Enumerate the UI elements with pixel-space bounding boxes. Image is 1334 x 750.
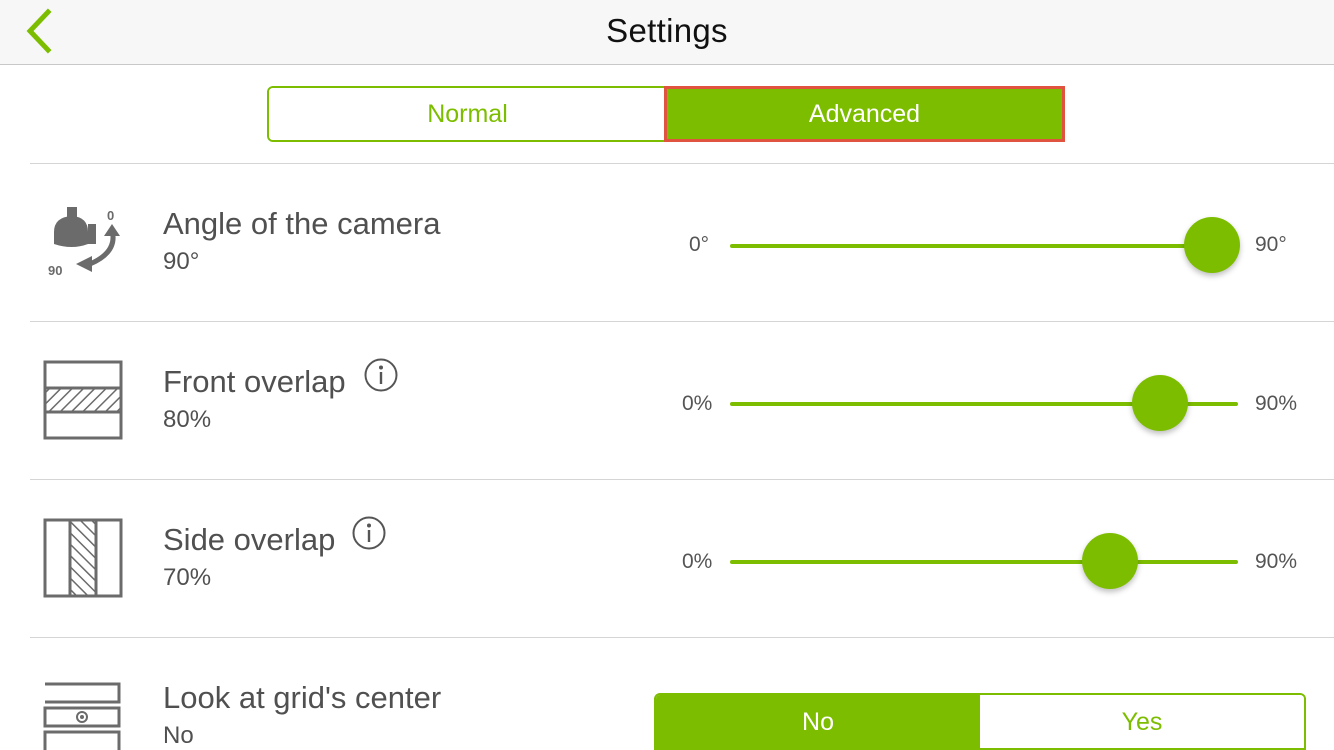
info-icon[interactable] [352,516,386,550]
camera-angle-slider-thumb[interactable] [1184,217,1240,273]
side-overlap-slider-thumb[interactable] [1082,533,1138,589]
divider [30,163,1334,164]
camera-angle-min-label: 0° [689,233,710,256]
svg-text:0: 0 [107,208,114,223]
tab-advanced[interactable]: Advanced [664,86,1065,142]
look-at-center-title: Look at grid's center [163,680,442,715]
side-overlap-min-label: 0% [682,550,713,573]
side-overlap-icon [43,518,123,598]
camera-angle-slider-track[interactable] [730,244,1210,248]
divider [30,321,1334,322]
front-overlap-title: Front overlap [163,364,346,399]
divider [30,637,1334,638]
option-no[interactable]: No [656,695,980,748]
look-at-center-value: No [163,722,194,749]
mode-segmented-control: Normal Advanced [267,86,1065,142]
camera-angle-title: Angle of the camera [163,206,441,241]
side-overlap-slider-track[interactable] [730,560,1238,564]
front-overlap-icon [43,360,123,440]
front-overlap-slider-thumb[interactable] [1132,375,1188,431]
option-yes[interactable]: Yes [980,695,1304,748]
front-overlap-value: 80% [163,406,212,433]
grid-center-icon [43,682,121,750]
camera-angle-value: 90° [163,248,200,275]
side-overlap-max-label: 90% [1255,550,1298,573]
front-overlap-max-label: 90% [1255,392,1298,415]
camera-tilt-icon: 0 90 [48,207,120,278]
page-title: Settings [606,12,728,49]
camera-angle-max-label: 90° [1255,233,1287,256]
front-overlap-min-label: 0% [682,392,713,415]
navigation-bar: Settings [0,0,1334,65]
svg-text:90: 90 [48,263,62,278]
look-at-center-toggle: No Yes [654,693,1306,750]
info-icon[interactable] [364,358,398,392]
divider [30,479,1334,480]
tab-normal[interactable]: Normal [269,88,666,140]
side-overlap-value: 70% [163,564,212,591]
side-overlap-title: Side overlap [163,522,336,557]
